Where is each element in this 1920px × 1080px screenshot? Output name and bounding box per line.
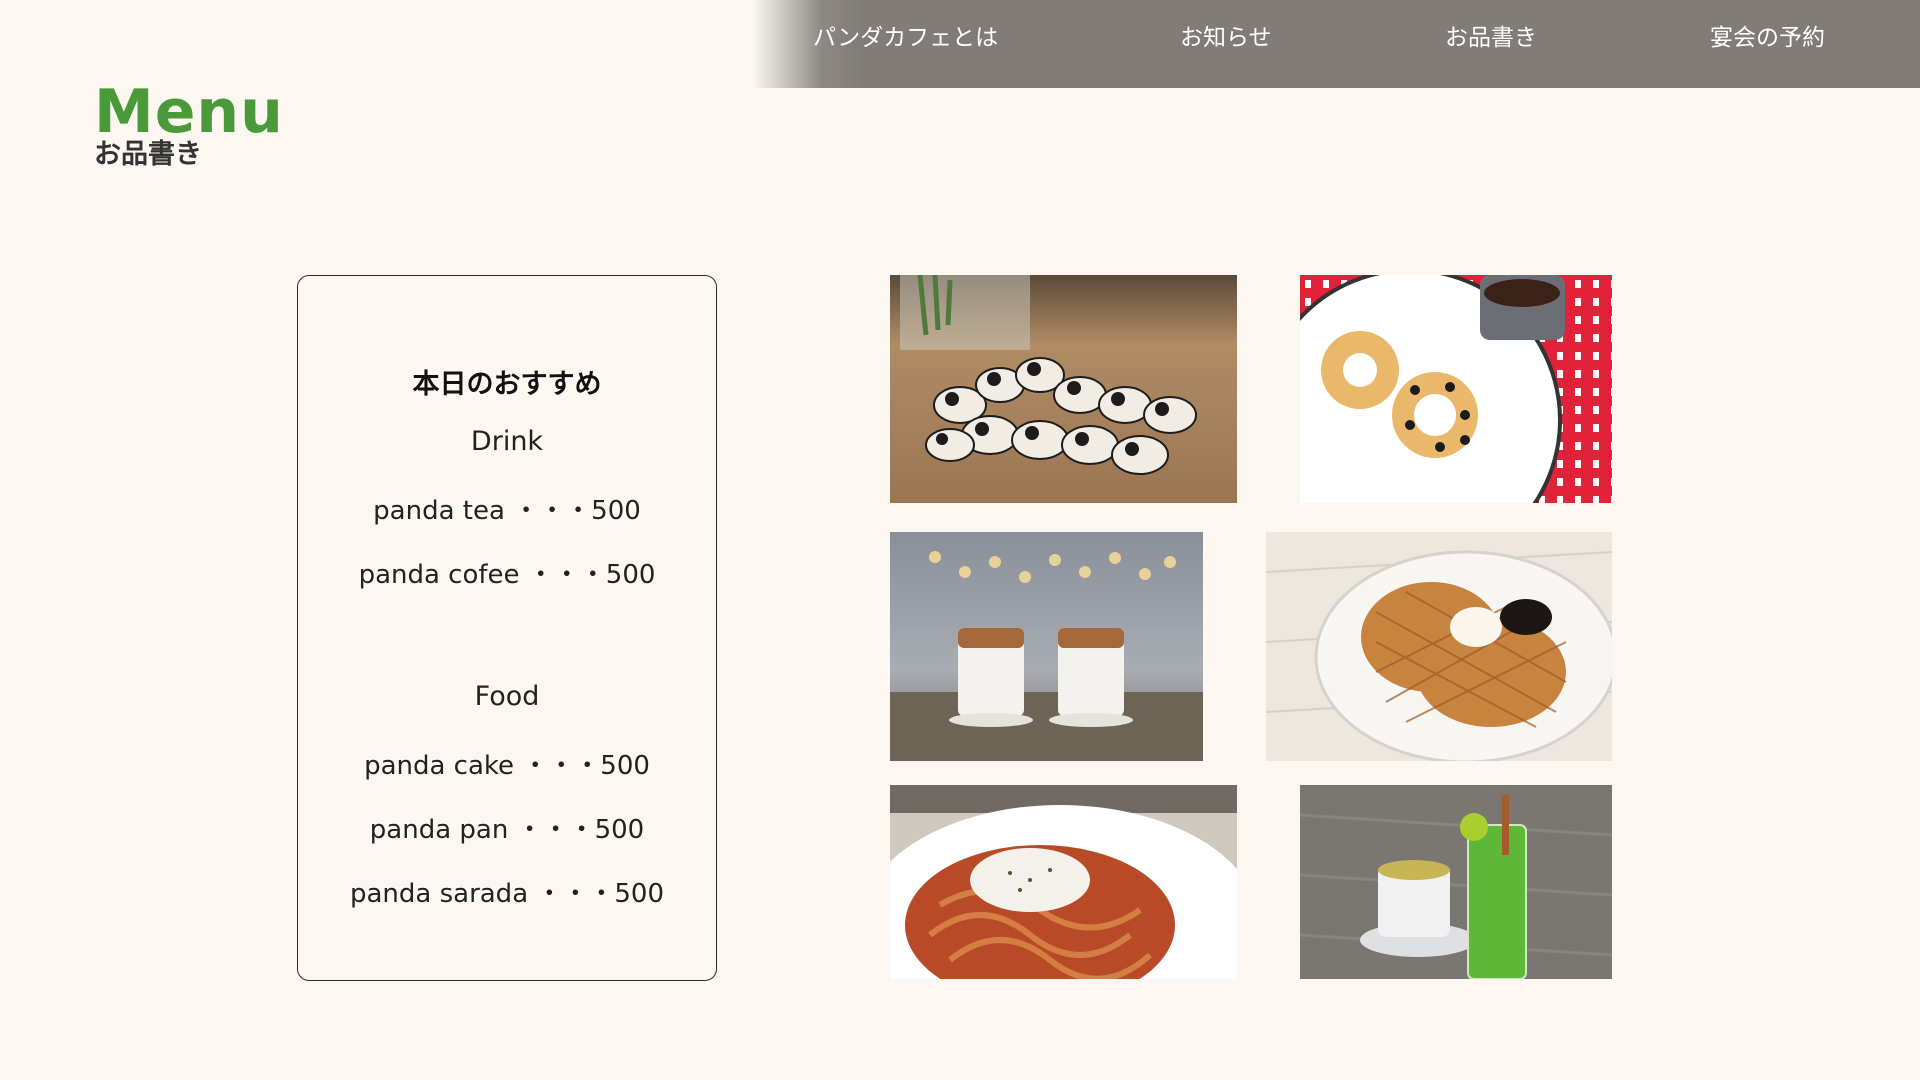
page-heading: Menu お品書き — [94, 76, 284, 170]
menu-item: panda cake ・・・500 — [364, 751, 650, 781]
menu-item: panda tea ・・・500 — [373, 496, 641, 526]
pasta-image — [890, 785, 1237, 979]
green-tea-drinks-image — [1300, 785, 1612, 979]
menu-item: panda sarada ・・・500 — [349, 879, 665, 909]
menu-section-food: Food — [474, 681, 540, 712]
nav-item-menu[interactable]: お品書き — [1445, 0, 1537, 88]
nav-item-news[interactable]: お知らせ — [1180, 0, 1272, 88]
menu-item: panda cofee ・・・500 — [358, 560, 656, 590]
panda-donuts-image — [1300, 275, 1612, 503]
menu-item: panda pan ・・・500 — [369, 815, 645, 845]
photo-waffle — [1266, 532, 1612, 761]
menu-card: 本日のおすすめ Drink panda tea ・・・500 panda cof… — [297, 275, 717, 981]
menu-card-title: 本日のおすすめ — [412, 369, 602, 400]
layered-lattes-image — [890, 532, 1203, 761]
menu-section-drink: Drink — [470, 426, 544, 457]
nav-item-reservation[interactable]: 宴会の予約 — [1710, 0, 1825, 88]
waffle-image — [1266, 532, 1612, 761]
photo-panda-figurines — [890, 275, 1237, 503]
panda-figurines-image — [890, 275, 1237, 503]
photo-layered-lattes — [890, 532, 1203, 761]
top-nav: パンダカフェとは お知らせ お品書き 宴会の予約 — [752, 0, 1920, 88]
photo-panda-donuts — [1300, 275, 1612, 503]
photo-pasta — [890, 785, 1237, 979]
page-title: Menu — [94, 77, 284, 147]
nav-item-about[interactable]: パンダカフェとは — [813, 0, 998, 88]
photo-green-tea-drinks — [1300, 785, 1612, 979]
page: パンダカフェとは お知らせ お品書き 宴会の予約 Menu お品書き 本日のおす… — [0, 0, 1920, 1080]
